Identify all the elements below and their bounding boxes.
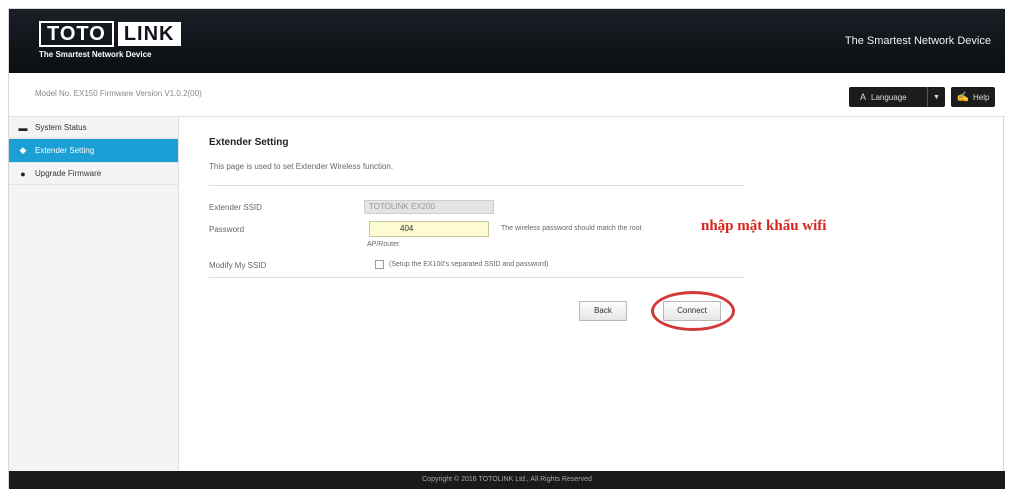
wifi-icon: ◆ [19,145,27,155]
sidebar-item-label: Upgrade Firmware [35,169,102,178]
divider [209,185,745,186]
header-slogan: The Smartest Network Device [844,35,991,47]
ssid-label: Extender SSID [209,203,262,212]
sidebar-item-extender-setting[interactable]: ◆ Extender Setting [9,139,178,163]
chevron-down-icon: ▼ [927,87,945,107]
password-label: Password [209,225,245,234]
page-title: Extender Setting [209,137,289,148]
help-label: Help [973,92,990,102]
modify-ssid-label: Modify My SSID [209,261,267,270]
divider [209,277,745,278]
footer-copyright: Copyright © 2016 TOTOLINK Ltd., All Righ… [9,471,1005,489]
logo-link-text: LINK [117,22,181,46]
password-hint: The wireless password should match the r… [501,225,642,232]
upgrade-icon: ● [20,168,26,179]
help-button[interactable]: ✍ Help [951,87,995,107]
annotation-circle [651,291,735,331]
ssid-field: TOTOLINK EX200 [364,200,494,214]
modify-ssid-checkbox-label: (Setup the EX100's separated SSID and pa… [389,261,549,268]
page-description: This page is used to set Extender Wirele… [209,162,394,171]
modify-ssid-checkbox[interactable] [375,260,384,269]
language-button[interactable]: A Language ▼ [849,87,945,107]
help-icon: ✍ [956,91,969,103]
model-firmware-text: Model No. EX150 Firmware Version V1.0.2(… [35,89,202,98]
monitor-icon: ▬ [18,122,28,133]
sidebar-item-label: System Status [35,123,87,132]
sidebar: ▬ System Status ◆ Extender Setting ● Upg… [9,117,179,471]
router-page: TOTO LINK The Smartest Network Device Th… [8,8,1005,489]
logo-tagline: The Smartest Network Device [39,50,152,59]
totolink-logo: TOTO LINK The Smartest Network Device [39,21,189,63]
annotation-text: nhập mật khẩu wifi [701,218,827,234]
info-bar: Model No. EX150 Firmware Version V1.0.2(… [9,73,1005,117]
sidebar-item-label: Extender Setting [35,146,95,155]
sidebar-item-upgrade-firmware[interactable]: ● Upgrade Firmware [9,163,178,185]
language-label: Language [871,92,907,102]
logo-toto-text: TOTO [39,21,114,47]
language-icon: A [859,92,866,102]
header: TOTO LINK The Smartest Network Device Th… [9,9,1005,73]
password-field[interactable]: 404 [369,221,489,237]
back-button[interactable]: Back [579,301,627,321]
sidebar-item-system-status[interactable]: ▬ System Status [9,117,178,139]
main-content: Extender Setting This page is used to se… [179,117,1005,471]
password-hint-cont: AP/Router. [367,241,401,248]
